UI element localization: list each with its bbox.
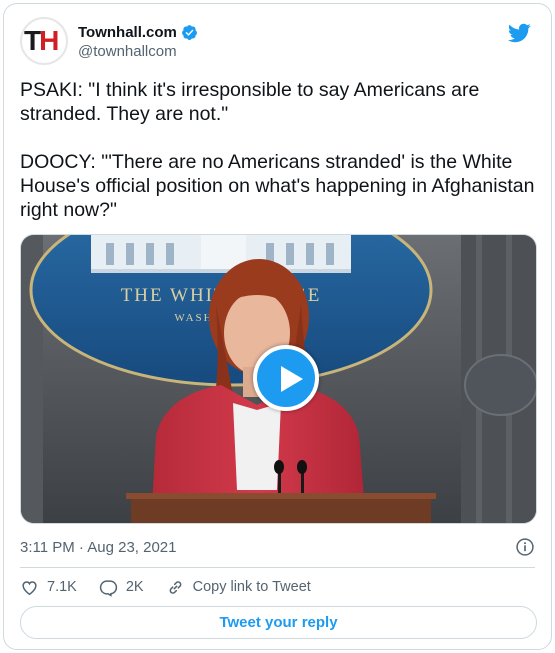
tweet-header: TH Townhall.com @townhallcom bbox=[20, 17, 535, 67]
avatar[interactable]: TH bbox=[20, 17, 68, 65]
play-button[interactable] bbox=[253, 345, 319, 411]
tweet-paragraph: DOOCY: "'There are no Americans stranded… bbox=[20, 151, 535, 221]
heart-icon bbox=[22, 580, 37, 595]
verified-badge-icon bbox=[181, 24, 197, 40]
tweet-timestamp[interactable]: 3:11 PM · Aug 23, 2021 bbox=[20, 539, 177, 556]
link-icon bbox=[169, 580, 181, 594]
tweet-paragraph: PSAKI: "I think it's irresponsible to sa… bbox=[20, 79, 480, 125]
tweet-card: TH Townhall.com @townhallcom PSAKI: "I t… bbox=[3, 3, 552, 650]
tweet-text: PSAKI: "I think it's irresponsible to sa… bbox=[20, 78, 540, 246]
townhall-logo: TH bbox=[24, 25, 59, 56]
copy-link-button[interactable]: Copy link to Tweet bbox=[166, 578, 311, 597]
author-name[interactable]: Townhall.com bbox=[78, 24, 177, 41]
reply-count: 2K bbox=[125, 579, 144, 595]
tweet-actions: 7.1K 2K Copy link to Tweet bbox=[20, 576, 333, 598]
reply-count-button[interactable]: 2K bbox=[99, 578, 144, 597]
copy-link-label: Copy link to Tweet bbox=[192, 579, 311, 595]
author-handle[interactable]: @townhallcom bbox=[78, 43, 198, 60]
author-identity: Townhall.com @townhallcom bbox=[78, 22, 198, 60]
divider bbox=[20, 567, 535, 568]
tweet-meta: 3:11 PM · Aug 23, 2021 bbox=[20, 536, 535, 558]
like-count: 7.1K bbox=[47, 579, 77, 595]
like-button[interactable]: 7.1K bbox=[20, 578, 77, 597]
info-icon[interactable] bbox=[515, 537, 535, 557]
twitter-bird-icon[interactable] bbox=[507, 21, 531, 45]
video-player[interactable]: THE WHITE HOUSE WASHINGTON bbox=[20, 234, 537, 524]
tweet-your-reply-button[interactable]: Tweet your reply bbox=[20, 606, 537, 639]
comment-icon bbox=[99, 579, 118, 597]
